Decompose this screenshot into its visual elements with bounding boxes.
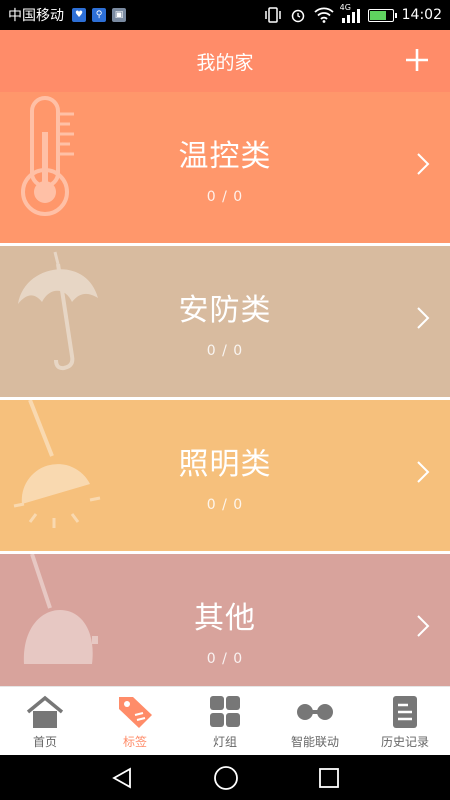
carrier-name: 中国移动: [8, 8, 64, 24]
category-card-lighting[interactable]: 照明类 0 / 0: [0, 400, 450, 551]
battery-icon: [367, 8, 397, 22]
tab-light-groups[interactable]: 灯组: [180, 687, 270, 755]
tab-smart-linkage[interactable]: 智能联动: [270, 687, 360, 755]
link-icon: [297, 704, 333, 720]
vibrate-icon: [264, 7, 281, 23]
category-card-security[interactable]: 安防类 0 / 0: [0, 246, 450, 397]
usb-icon: ⚲: [92, 8, 106, 22]
alarm-icon: [291, 9, 304, 23]
category-card-temperature[interactable]: 温控类 0 / 0: [0, 92, 450, 243]
add-button[interactable]: [400, 43, 434, 77]
back-button[interactable]: [110, 766, 134, 790]
home-button[interactable]: [213, 765, 239, 791]
status-bar: 中国移动 ♥ ⚲ ▣ 4G 14:02: [0, 0, 450, 30]
umbrella-icon: [18, 251, 98, 371]
bottom-tab-bar: 首页 标签 灯组 智能联动 历史记录: [0, 686, 450, 755]
network-type: 4G: [339, 3, 351, 12]
tab-label: 首页: [32, 735, 57, 749]
category-count: 0 / 0: [206, 342, 244, 359]
tab-tags[interactable]: 标签: [90, 687, 180, 755]
home-icon: [26, 695, 64, 728]
category-list: 温控类 0 / 0 安防类 0 / 0 照明类 0 / 0 其他 0 / 0: [0, 92, 450, 708]
category-count: 0 / 0: [206, 650, 244, 667]
tab-history[interactable]: 历史记录: [360, 687, 450, 755]
signal-icon: 4G: [340, 3, 360, 23]
tab-label: 历史记录: [380, 735, 429, 749]
lamp-icon: [13, 400, 101, 528]
grid-icon: [210, 696, 240, 727]
wifi-icon: [314, 7, 334, 23]
app-header: 我的家: [0, 30, 450, 92]
category-title: 安防类: [178, 292, 272, 328]
chevron-right-icon: [417, 615, 430, 637]
notification-app-icon: ♥: [72, 8, 86, 22]
chevron-right-icon: [417, 461, 430, 483]
thermometer-icon: [21, 96, 74, 216]
page-title: 我的家: [196, 51, 254, 74]
chevron-right-icon: [417, 307, 430, 329]
category-count: 0 / 0: [206, 188, 244, 205]
plus-icon: [406, 49, 428, 71]
tab-label: 标签: [122, 735, 147, 749]
tab-label: 智能联动: [290, 735, 339, 749]
chevron-right-icon: [417, 153, 430, 175]
recents-button[interactable]: [318, 767, 340, 789]
image-icon: ▣: [112, 8, 126, 22]
category-count: 0 / 0: [206, 496, 244, 513]
clock: 14:02: [401, 7, 442, 23]
category-title: 其他: [194, 600, 256, 636]
category-card-other[interactable]: 其他 0 / 0: [0, 554, 450, 705]
plug-icon: [23, 554, 98, 664]
system-nav-bar: [0, 755, 450, 800]
tab-home[interactable]: 首页: [0, 687, 90, 755]
tag-icon: [119, 697, 152, 728]
category-title: 照明类: [178, 446, 272, 482]
document-icon: [393, 696, 417, 728]
category-title: 温控类: [178, 138, 272, 174]
tab-label: 灯组: [212, 735, 237, 749]
